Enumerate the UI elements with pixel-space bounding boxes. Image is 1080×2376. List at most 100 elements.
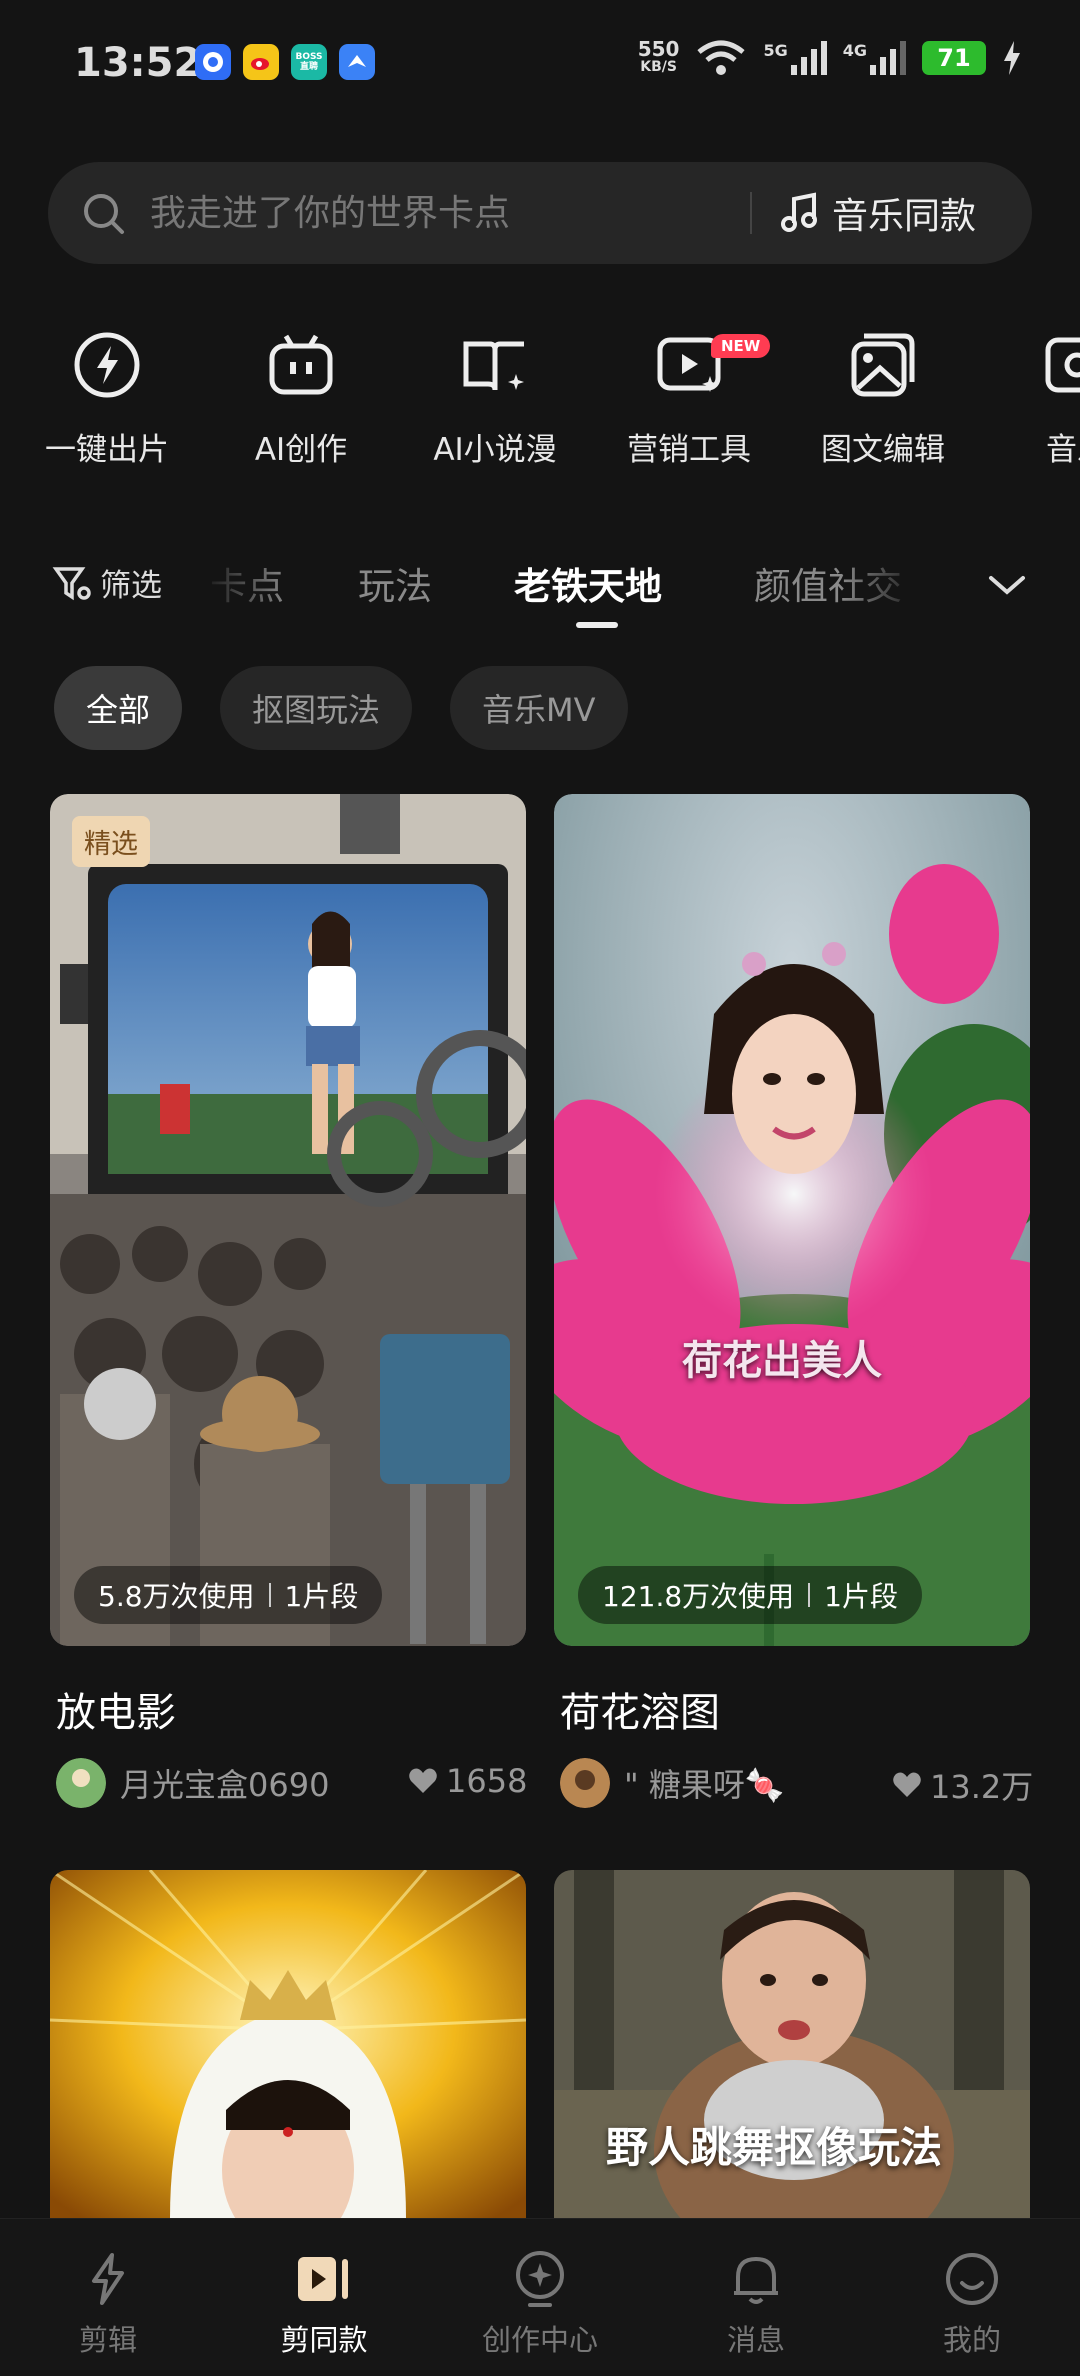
charging-icon (1004, 41, 1020, 75)
status-bar: 13:52 BOSS 直聘 550 KB/S 5G 4G 71 (0, 0, 1080, 130)
signal-5g: 5G (763, 41, 827, 75)
search-input[interactable] (148, 186, 768, 240)
nav-label: 剪辑 (78, 2323, 137, 2357)
music-same-button[interactable]: 音乐同款 (778, 184, 976, 242)
card-author[interactable]: " 糖果呀🍬 (560, 1758, 785, 1808)
smile-profile-icon (946, 2253, 998, 2305)
filter-label: 筛选 (100, 568, 162, 604)
like-count[interactable]: 13.2万 (892, 1762, 1033, 1808)
tabs-fade-left (200, 540, 290, 630)
signal-5g-label: 5G (763, 41, 788, 60)
music-same-label: 音乐同款 (832, 196, 977, 237)
cinema-crowd-image (50, 794, 526, 1646)
tool-image-text-edit[interactable]: 图文编辑 (793, 330, 973, 469)
card-author[interactable]: 月光宝盒0690 (56, 1758, 329, 1808)
scissors-bolt-icon (92, 2253, 124, 2305)
new-badge: NEW (711, 334, 771, 358)
bottom-navigation: 剪辑 剪同款 创作中心 消息 我的 (0, 2218, 1080, 2376)
system-indicators: 550 KB/S 5G 4G 71 (638, 39, 1022, 76)
nav-template[interactable]: 剪同款 (216, 2219, 432, 2376)
heart-icon (409, 1768, 437, 1793)
category-tabs: 筛选 卡点 玩法 老铁天地 颜值社交 (0, 540, 1080, 630)
boss-zhipin-app-icon: BOSS 直聘 (291, 44, 327, 80)
filter-button[interactable]: 筛选 (52, 560, 162, 605)
network-speed: 550 KB/S (638, 39, 680, 76)
usage-pill: 5.8万次使用 1片段 (74, 1566, 383, 1624)
nav-label: 创作中心 (481, 2323, 598, 2357)
bird-app-icon (339, 44, 375, 80)
active-tab-indicator (576, 622, 618, 628)
tabs-fade-right (840, 540, 960, 630)
chip-cutout[interactable]: 抠图玩法 (220, 666, 413, 750)
image-edit-icon (851, 333, 915, 397)
pill-separator (268, 1583, 271, 1607)
heart-icon (893, 1772, 921, 1797)
usage-pill: 121.8万次使用 1片段 (578, 1566, 922, 1624)
tool-label: 图文编辑 (821, 432, 945, 468)
template-card[interactable]: 精选 5.8万次使用 1片段 (50, 794, 526, 1646)
search-icon (84, 194, 124, 234)
signal-4g: 4G (843, 41, 906, 75)
bell-icon (734, 2257, 778, 2304)
tool-label: AI小说漫 (433, 432, 557, 468)
nav-label: 剪同款 (280, 2323, 368, 2357)
tab-gameplay[interactable]: 玩法 (358, 556, 432, 610)
tool-music[interactable]: 音乐 (987, 330, 1080, 469)
featured-badge: 精选 (72, 816, 150, 867)
like-value: 1658 (446, 1762, 528, 1800)
tool-label: AI创作 (254, 432, 348, 468)
nav-profile[interactable]: 我的 (864, 2219, 1080, 2376)
create-center-icon (516, 2251, 564, 2307)
template-card[interactable] (50, 1870, 526, 2218)
filter-icon (52, 566, 91, 600)
template-thumbnail: 荷花出美人 121.8万次使用 1片段 (554, 794, 1030, 1646)
wifi-icon (697, 40, 746, 75)
video-caption: 野人跳舞抠像玩法 (606, 2123, 943, 2172)
tab-laotie-world[interactable]: 老铁天地 (514, 556, 662, 610)
tool-ai-novel-comic[interactable]: AI小说漫 (405, 330, 585, 469)
lotus-beauty-image (554, 794, 1030, 1646)
like-count[interactable]: 1658 (408, 1762, 527, 1800)
browser-app-icon (195, 44, 231, 80)
status-time: 13:52 (74, 40, 202, 86)
sub-filter-chips: 全部 抠图玩法 音乐MV (54, 666, 628, 750)
usage-count: 5.8万次使用 (98, 1580, 255, 1613)
nav-edit[interactable]: 剪辑 (0, 2219, 216, 2376)
author-name: 月光宝盒0690 (120, 1766, 330, 1804)
card-title[interactable]: 放电影 (56, 1680, 176, 1738)
chip-all[interactable]: 全部 (54, 666, 183, 750)
notification-app-icons: BOSS 直聘 (195, 44, 375, 80)
card-title[interactable]: 荷花溶图 (560, 1680, 720, 1738)
template-card[interactable]: 荷花出美人 121.8万次使用 1片段 (554, 794, 1030, 1646)
tool-label: 音乐 (1046, 432, 1080, 468)
tool-one-click[interactable]: 一键出片 (17, 330, 197, 469)
network-speed-unit: KB/S (640, 59, 677, 75)
tool-marketing[interactable]: NEW 营销工具 (599, 330, 779, 469)
pill-separator (808, 1583, 811, 1607)
guanyin-golden-image (50, 1870, 526, 2218)
chevron-down-icon[interactable] (985, 570, 1029, 600)
nav-label: 消息 (726, 2323, 785, 2357)
signal-bars-icon (870, 41, 906, 75)
nav-messages[interactable]: 消息 (648, 2219, 864, 2376)
book-sparkle-icon (463, 341, 524, 391)
weibo-app-icon (243, 44, 279, 80)
tool-ai-create[interactable]: AI创作 (211, 330, 391, 469)
nav-label: 我的 (942, 2323, 1001, 2357)
music-icon (1045, 337, 1080, 393)
search-divider (750, 192, 752, 234)
segment-count: 1片段 (824, 1580, 898, 1613)
template-thumbnail: 精选 5.8万次使用 1片段 (50, 794, 526, 1646)
avatar (56, 1758, 106, 1808)
lightning-icon (74, 332, 140, 398)
search-bar[interactable]: 音乐同款 (48, 162, 1032, 264)
template-card[interactable]: 野人跳舞抠像玩法 (554, 1870, 1030, 2218)
battery-indicator: 71 (922, 41, 986, 75)
usage-count: 121.8万次使用 (602, 1580, 795, 1613)
signal-4g-label: 4G (842, 41, 867, 60)
signal-bars-icon (790, 41, 827, 75)
like-value: 13.2万 (930, 1768, 1034, 1806)
nav-create-center[interactable]: 创作中心 (432, 2219, 648, 2376)
tool-label: 营销工具 (627, 432, 751, 468)
chip-music-mv[interactable]: 音乐MV (450, 666, 628, 750)
